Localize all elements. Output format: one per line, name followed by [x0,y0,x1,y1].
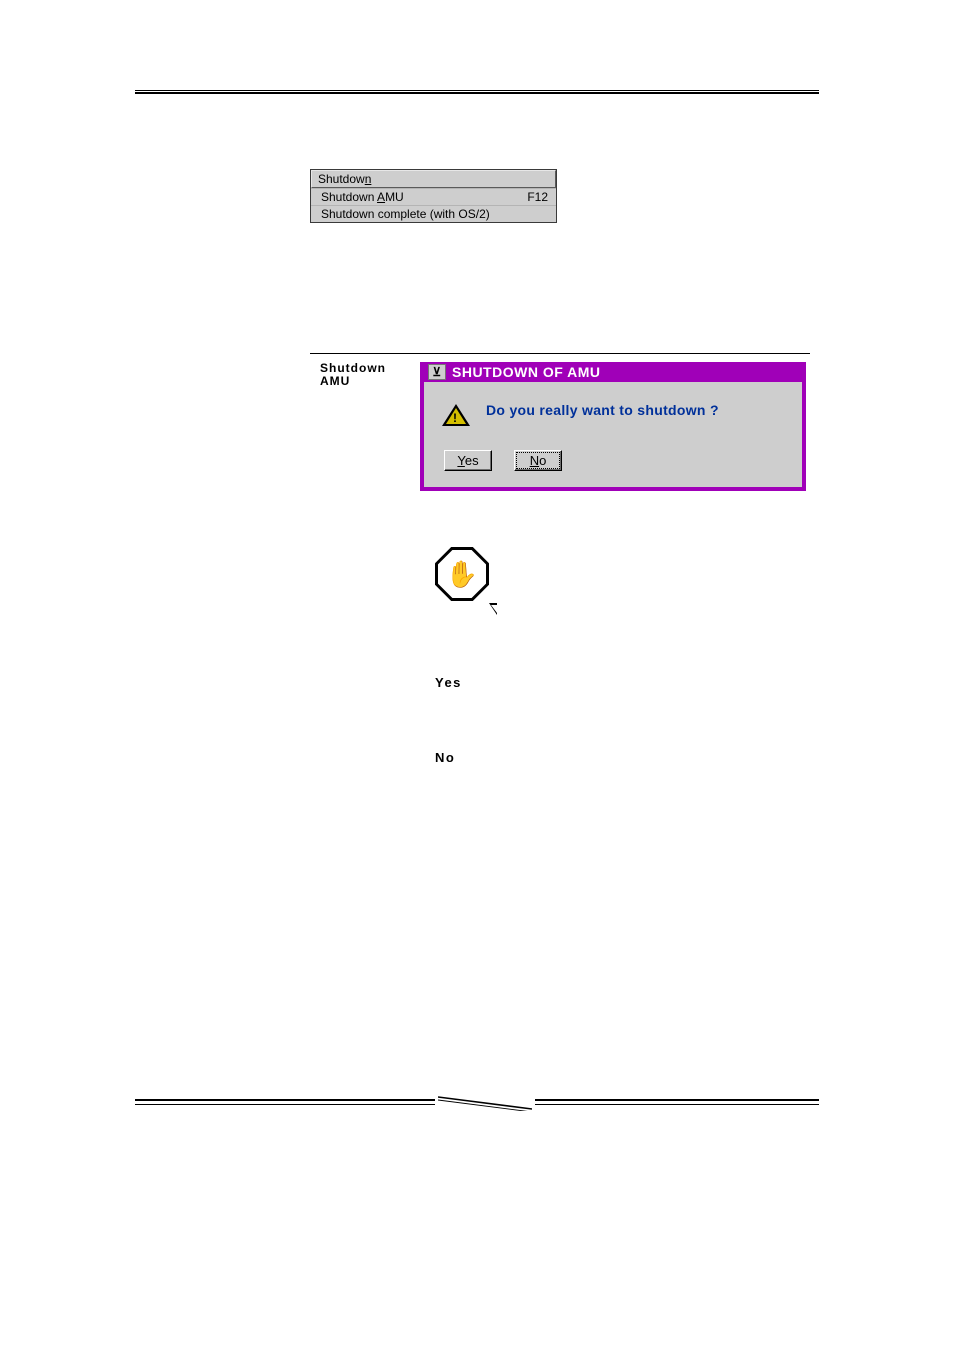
dialog-title-text: SHUTDOWN OF AMU [452,364,601,380]
shutdown-amu-row: Shutdown AMU ⊻ SHUTDOWN OF AMU ! Do you … [320,362,819,491]
menu-header-text-pre: Shutdow [318,172,365,186]
hand-icon: ✋ [446,561,478,587]
yes-rest: es [465,453,479,468]
menu-item1-hotkey: A [377,190,385,204]
menu-item2-label: Shutdown complete (with OS/2) [321,207,490,221]
yes-label: Yes [435,675,819,690]
row-label-shutdown-amu: Shutdown AMU [320,362,400,491]
row-label-line1: Shutdown [320,361,386,375]
shutdown-menu: Shutdown Shutdown AMU F12 Shutdown compl… [310,169,557,223]
bottom-rule-diagonal [438,1095,532,1111]
document-page: Shutdown Shutdown AMU F12 Shutdown compl… [0,0,954,1181]
no-button[interactable]: No [514,450,562,471]
menu-header-shutdown[interactable]: Shutdown [311,170,556,188]
section-separator [310,353,810,354]
no-label: No [435,750,819,765]
menu-header-hotkey: n [365,172,372,186]
shutdown-dialog: ⊻ SHUTDOWN OF AMU ! Do you really want t… [420,362,806,491]
yes-button[interactable]: Yes [444,450,492,471]
menu-item-shutdown-complete[interactable]: Shutdown complete (with OS/2) [311,205,556,222]
system-menu-icon[interactable]: ⊻ [428,364,446,380]
menu-item1-pre: Shutdown [321,190,377,204]
yes-hotkey: Y [457,453,464,468]
bottom-rule-ornament [135,1085,819,1121]
warning-bang: ! [453,411,459,425]
menu-item1-post: MU [385,190,404,204]
no-rest: o [539,453,546,468]
dialog-titlebar[interactable]: ⊻ SHUTDOWN OF AMU [424,362,802,382]
sysmenu-glyph: ⊻ [432,365,441,379]
yes-no-block: Yes No [435,675,819,765]
menu-item-shutdown-amu[interactable]: Shutdown AMU F12 [311,188,556,205]
row-label-line2: AMU [320,374,350,388]
dialog-buttons: Yes No [444,450,784,471]
dialog-body: ! Do you really want to shutdown ? Yes N… [424,382,802,487]
warning-triangle-icon: ! [442,404,470,426]
dialog-message-text: Do you really want to shutdown ? [486,402,719,418]
no-hotkey: N [530,453,539,468]
dialog-message-row: ! Do you really want to shutdown ? [442,402,784,426]
speech-tail-icon [489,603,497,615]
stop-octagon-icon: ✋ [435,547,489,601]
menu-item1-shortcut: F12 [527,190,548,204]
menu-item1-label: Shutdown AMU [321,190,404,204]
stop-icon-block: ✋ [435,547,819,605]
top-rule-double [135,90,819,94]
